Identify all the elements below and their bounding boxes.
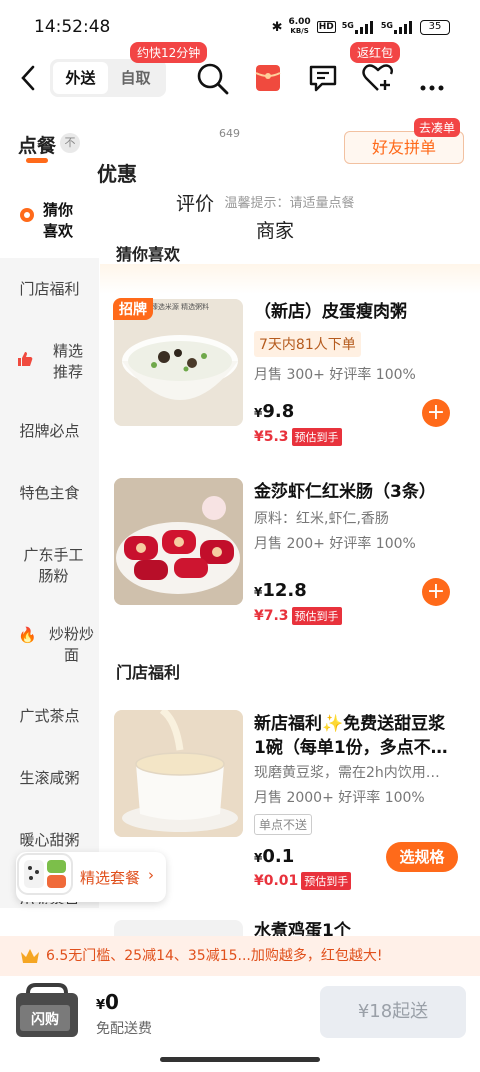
section-title-guess: 猜你喜欢 — [116, 245, 181, 264]
svg-text:闪购: 闪购 — [31, 1011, 59, 1028]
signature-tag: 招牌 — [113, 298, 153, 320]
product-sales: 月售 200+ 好评率 100% — [254, 536, 416, 552]
heart-plus-icon — [362, 64, 393, 91]
bento-box-icon — [17, 853, 73, 895]
sidebar-item-congee[interactable]: 生滚咸粥 — [0, 768, 99, 789]
delivery-mode-switch: 外送 自取 — [50, 59, 166, 97]
red-envelope-icon — [255, 65, 281, 91]
hint-text: 温馨提示：请适量点餐 — [224, 196, 355, 211]
search-icon — [197, 63, 229, 95]
estimated-price: ¥5.3 预估到手 — [254, 428, 342, 446]
review-count: 649 — [219, 127, 240, 140]
cart-amount: ¥0 — [96, 990, 119, 1014]
crown-icon — [21, 949, 39, 963]
more-icon — [420, 85, 444, 91]
battery-icon: 35 — [420, 19, 450, 35]
favorite-button[interactable] — [362, 63, 394, 97]
status-icons: ✱ 6.00 KB/S HD 5G 5G 35 — [272, 18, 450, 36]
combo-label: 精选套餐 — [80, 869, 141, 887]
product-sales: 月售 2000+ 好评率 100% — [254, 790, 425, 806]
promo-text: 6.5无门槛、25减14、35减15...加购越多，红包越大! — [46, 948, 383, 964]
section-title-welfare: 门店福利 — [116, 663, 181, 682]
message-button[interactable] — [308, 63, 338, 97]
pin-badge: 不 — [60, 133, 80, 153]
tab-underline — [26, 158, 48, 163]
section-bg — [100, 264, 480, 294]
product-image-egg[interactable] — [114, 920, 243, 936]
chevron-right-icon: › — [148, 866, 154, 884]
combo-float-button[interactable]: 精选套餐 › — [16, 852, 166, 902]
more-button[interactable] — [420, 76, 444, 95]
home-indicator — [160, 1057, 320, 1062]
product-name[interactable]: 水煮鸡蛋1个 — [254, 920, 464, 936]
product-name[interactable]: 金莎虾仁红米肠（3条） — [254, 481, 464, 503]
product-sales: 月售 300+ 好评率 100% — [254, 367, 416, 383]
product-image-soymilk[interactable] — [114, 710, 243, 837]
shopping-bag-icon: 闪购 — [16, 983, 78, 1037]
add-to-cart-button[interactable]: + — [422, 399, 450, 427]
product-name-line2[interactable]: 1碗（每单1份，多点不… — [254, 737, 464, 759]
hd-icon: HD — [316, 21, 336, 33]
product-price: ¥0.1 — [254, 846, 295, 867]
checkout-button[interactable]: ¥18起送 — [320, 986, 466, 1038]
sidebar-item-dimsum[interactable]: 广式茶点 — [0, 706, 99, 727]
product-image-rice-roll[interactable] — [114, 478, 243, 605]
status-bar: 14:52:48 ✱ 6.00 KB/S HD 5G 5G 35 — [0, 0, 480, 56]
estimated-price: ¥7.3 预估到手 — [254, 607, 342, 625]
bluetooth-icon: ✱ — [271, 19, 283, 35]
pickup-tab[interactable]: 自取 — [108, 62, 163, 94]
sidebar-item-signature[interactable]: 招牌必点 — [0, 421, 99, 442]
sidebar-item-welfare[interactable]: 门店福利 — [0, 279, 99, 300]
back-button[interactable] — [20, 64, 36, 99]
status-time: 14:52:48 — [34, 17, 111, 37]
signal-icon-2: 5G — [381, 20, 414, 34]
product-name[interactable]: （新店）皮蛋瘦肉粥 — [254, 301, 464, 323]
product-price: ¥12.8 — [254, 580, 307, 601]
tab-merchant[interactable]: 商家 — [256, 216, 480, 243]
friend-badge: 去凑单 — [414, 118, 461, 137]
faster-badge: 约快12分钟 — [130, 42, 208, 63]
chat-icon — [309, 65, 337, 92]
chevron-left-icon — [21, 65, 35, 91]
note-tag: 单点不送 — [254, 814, 313, 835]
rice-roll-image — [114, 478, 243, 605]
signal-icon-1: 5G — [342, 20, 375, 34]
delivery-tab[interactable]: 外送 — [53, 62, 108, 94]
sidebar-item-fried-noodle[interactable]: 炒粉炒 面 — [22, 624, 121, 666]
add-to-cart-button[interactable]: + — [422, 578, 450, 606]
cart-button[interactable]: 闪购 — [10, 983, 84, 1043]
sidebar-item-rice-roll[interactable]: 广东手工 肠粉 — [4, 545, 103, 587]
net-speed: 6.00 KB/S — [288, 17, 311, 36]
product-price: ¥9.8 — [254, 401, 295, 422]
sidebar-item-guess[interactable]: 猜你 喜欢 — [18, 200, 98, 242]
soymilk-image — [114, 710, 243, 837]
svg-text:臻选米源 精选粥料: 臻选米源 精选粥料 — [151, 302, 209, 311]
redpacket-badge: 返红包 — [350, 42, 401, 63]
product-desc: 原料：红米,虾仁,香肠 — [254, 511, 389, 527]
redpacket-button[interactable] — [255, 64, 281, 96]
search-button[interactable] — [196, 62, 230, 100]
delivery-fee: 免配送费 — [96, 1021, 152, 1037]
select-spec-button[interactable]: 选规格 — [386, 842, 458, 872]
product-name-line1[interactable]: 新店福利✨免费送甜豆浆 — [254, 713, 464, 735]
hot-sales-tag: 7天内81人下单 — [254, 331, 361, 357]
estimated-price: ¥0.01 预估到手 — [254, 872, 352, 890]
promo-bar[interactable]: 6.5无门槛、25减14、35减15...加购越多，红包越大! — [0, 936, 480, 976]
sidebar-item-staple[interactable]: 特色主食 — [0, 483, 99, 504]
sidebar-item-selected[interactable]: 精选 推荐 — [18, 341, 118, 383]
product-desc: 现磨黄豆浆，需在2h内饮用… — [254, 765, 440, 781]
